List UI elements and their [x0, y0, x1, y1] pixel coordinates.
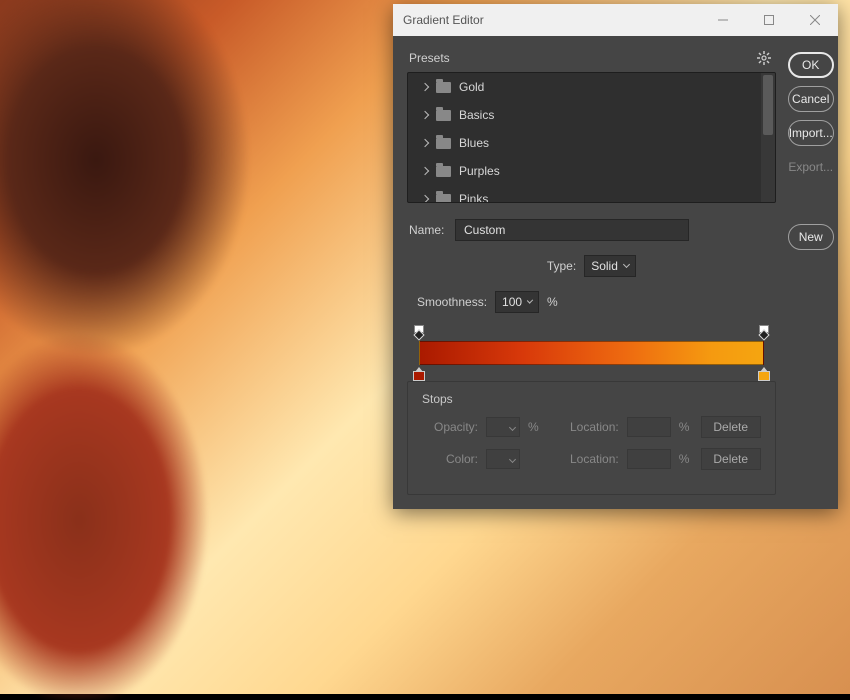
chevron-down-icon [527, 298, 533, 304]
preset-label: Basics [459, 108, 494, 122]
preset-label: Pinks [459, 192, 488, 203]
smoothness-label: Smoothness: [417, 295, 487, 309]
type-label: Type: [547, 259, 576, 273]
type-value: Solid [591, 259, 618, 273]
location-unit: % [679, 452, 693, 466]
name-label: Name: [407, 223, 447, 237]
type-select[interactable]: Solid [584, 255, 636, 277]
delete-color-stop-button[interactable]: Delete [701, 448, 761, 470]
dialog-title: Gradient Editor [403, 13, 700, 27]
delete-opacity-stop-button[interactable]: Delete [701, 416, 761, 438]
location-label: Location: [570, 452, 619, 466]
close-button[interactable] [792, 4, 838, 36]
preset-folder-blues[interactable]: Blues [408, 129, 775, 157]
color-stop-left[interactable] [413, 367, 425, 381]
presets-label: Presets [409, 51, 450, 65]
folder-icon [436, 194, 451, 203]
color-label: Color: [422, 452, 478, 466]
gear-icon[interactable] [756, 50, 772, 66]
new-button[interactable]: New [788, 224, 834, 250]
minimize-button[interactable] [700, 4, 746, 36]
preset-folder-basics[interactable]: Basics [408, 101, 775, 129]
color-location-input[interactable] [627, 449, 671, 469]
preset-list[interactable]: Gold Basics Blues Purples Pinks [407, 72, 776, 203]
maximize-button[interactable] [746, 4, 792, 36]
opacity-unit: % [528, 420, 542, 434]
folder-icon [436, 166, 451, 177]
smoothness-value: 100 [502, 295, 522, 309]
chevron-right-icon [421, 167, 429, 175]
titlebar[interactable]: Gradient Editor [393, 4, 838, 36]
ok-button[interactable]: OK [788, 52, 834, 78]
background-figure [0, 0, 300, 700]
cancel-button[interactable]: Cancel [788, 86, 834, 112]
chevron-right-icon [421, 139, 429, 147]
name-input[interactable] [455, 219, 689, 241]
gradient-editor-dialog: Gradient Editor Presets Gold Basics Blue… [393, 4, 838, 509]
chevron-down-icon [509, 423, 516, 430]
export-button: Export... [788, 154, 834, 180]
opacity-value-input[interactable] [486, 417, 520, 437]
opacity-stop-left[interactable] [413, 327, 425, 339]
opacity-label: Opacity: [422, 420, 478, 434]
preset-label: Purples [459, 164, 500, 178]
preset-scrollbar[interactable] [761, 73, 775, 202]
color-stop-right[interactable] [758, 367, 770, 381]
color-swatch-input[interactable] [486, 449, 520, 469]
preset-folder-gold[interactable]: Gold [408, 73, 775, 101]
smoothness-input[interactable]: 100 [495, 291, 539, 313]
smoothness-unit: % [547, 295, 558, 309]
preset-label: Blues [459, 136, 489, 150]
preset-folder-pinks[interactable]: Pinks [408, 185, 775, 203]
opacity-location-input[interactable] [627, 417, 671, 437]
preset-folder-purples[interactable]: Purples [408, 157, 775, 185]
location-unit: % [679, 420, 693, 434]
opacity-stop-right[interactable] [758, 327, 770, 339]
chevron-right-icon [421, 83, 429, 91]
gradient-editor-strip[interactable] [407, 327, 776, 375]
folder-icon [436, 138, 451, 149]
location-label: Location: [570, 420, 619, 434]
folder-icon [436, 82, 451, 93]
import-button[interactable]: Import... [788, 120, 834, 146]
stops-label: Stops [422, 392, 761, 406]
gradient-bar[interactable] [419, 341, 764, 365]
chevron-right-icon [421, 111, 429, 119]
stops-panel: Stops Opacity: % Location: % Delete Colo… [407, 381, 776, 495]
folder-icon [436, 110, 451, 121]
chevron-down-icon [623, 261, 630, 268]
chevron-right-icon [421, 195, 429, 203]
chevron-down-icon [509, 455, 516, 462]
preset-label: Gold [459, 80, 484, 94]
